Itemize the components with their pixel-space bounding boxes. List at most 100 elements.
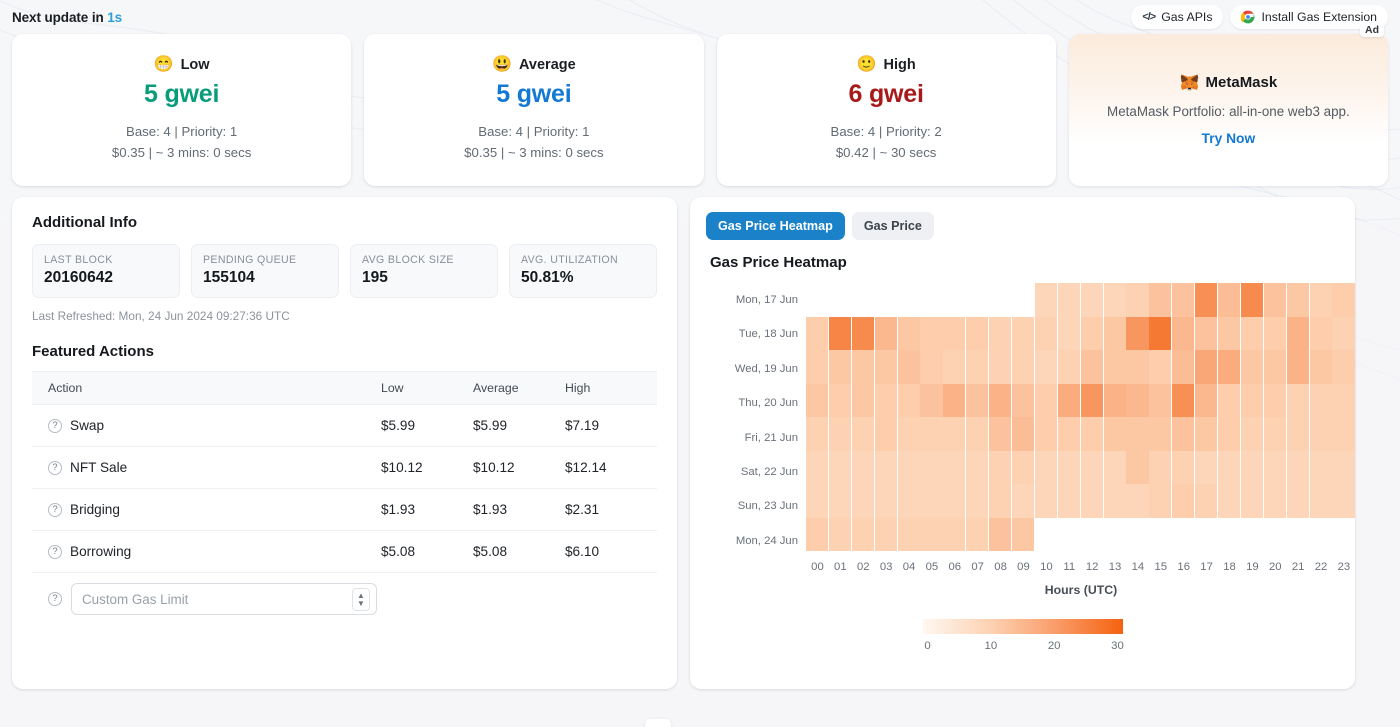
heatmap-cell[interactable] — [897, 350, 920, 384]
heatmap-cell[interactable] — [1195, 316, 1218, 350]
heatmap-cell[interactable] — [1126, 450, 1149, 484]
heatmap-cell[interactable] — [897, 316, 920, 350]
heatmap-cell[interactable] — [1218, 383, 1241, 417]
heatmap-cell[interactable] — [1080, 450, 1103, 484]
heatmap-cell[interactable] — [1172, 484, 1195, 518]
heatmap-cell[interactable] — [851, 450, 874, 484]
heatmap-cell[interactable] — [806, 350, 829, 384]
heatmap-cell[interactable] — [1080, 283, 1103, 317]
heatmap-cell[interactable] — [828, 450, 851, 484]
heatmap-cell[interactable] — [828, 350, 851, 384]
heatmap-cell[interactable] — [1012, 484, 1035, 518]
heatmap-cell[interactable] — [1012, 316, 1035, 350]
bottom-handle[interactable] — [645, 719, 671, 727]
heatmap-cell[interactable] — [1195, 484, 1218, 518]
heatmap-cell[interactable] — [828, 316, 851, 350]
heatmap-cell[interactable] — [1286, 484, 1309, 518]
heatmap-cell[interactable] — [943, 517, 966, 551]
heatmap-cell[interactable] — [897, 484, 920, 518]
heatmap-cell[interactable] — [920, 383, 943, 417]
heatmap-cell[interactable] — [1103, 350, 1126, 384]
heatmap-cell[interactable] — [1012, 517, 1035, 551]
heatmap-cell[interactable] — [1172, 316, 1195, 350]
heatmap-cell[interactable] — [989, 383, 1012, 417]
heatmap-cell[interactable] — [828, 417, 851, 451]
heatmap-cell[interactable] — [1263, 316, 1286, 350]
tab-gas-price[interactable]: Gas Price — [851, 212, 934, 240]
heatmap-cell[interactable] — [966, 383, 989, 417]
heatmap-cell[interactable] — [1057, 484, 1080, 518]
help-icon[interactable]: ? — [48, 460, 62, 475]
heatmap-cell[interactable] — [806, 383, 829, 417]
heatmap-cell[interactable] — [1057, 450, 1080, 484]
heatmap-cell[interactable] — [1012, 383, 1035, 417]
heatmap-cell[interactable] — [1218, 484, 1241, 518]
heatmap-cell[interactable] — [897, 417, 920, 451]
heatmap-cell[interactable] — [851, 517, 874, 551]
heatmap-cell[interactable] — [920, 517, 943, 551]
heatmap-cell[interactable] — [1240, 283, 1264, 317]
heatmap-cell[interactable] — [1149, 350, 1172, 384]
heatmap-cell[interactable] — [989, 450, 1012, 484]
heatmap-cell[interactable] — [1286, 350, 1309, 384]
heatmap-cell[interactable] — [806, 484, 829, 518]
heatmap-cell[interactable] — [1263, 484, 1286, 518]
heatmap-cell[interactable] — [1240, 383, 1264, 417]
heatmap-cell[interactable] — [1263, 383, 1286, 417]
heatmap-cell[interactable] — [966, 450, 989, 484]
heatmap-cell[interactable] — [1195, 383, 1218, 417]
heatmap-cell[interactable] — [874, 417, 897, 451]
heatmap-cell[interactable] — [1309, 316, 1332, 350]
heatmap-cell[interactable] — [1286, 316, 1309, 350]
heatmap-cell[interactable] — [1240, 450, 1264, 484]
heatmap-cell[interactable] — [1034, 383, 1057, 417]
heatmap-cell[interactable] — [874, 316, 897, 350]
tab-gas-price-heatmap[interactable]: Gas Price Heatmap — [706, 212, 845, 240]
heatmap-cell[interactable] — [1149, 484, 1172, 518]
heatmap-cell[interactable] — [851, 316, 874, 350]
heatmap-cell[interactable] — [1172, 283, 1195, 317]
heatmap-cell[interactable] — [1080, 484, 1103, 518]
heatmap-cell[interactable] — [1126, 417, 1149, 451]
heatmap-cell[interactable] — [851, 417, 874, 451]
heatmap-cell[interactable] — [1240, 484, 1264, 518]
gas-card-average[interactable]: 😃 Average 5 gwei Base: 4 | Priority: 1 $… — [364, 34, 704, 186]
heatmap-cell[interactable] — [1309, 350, 1332, 384]
heatmap-cell[interactable] — [828, 383, 851, 417]
heatmap-cell[interactable] — [920, 350, 943, 384]
heatmap-cell[interactable] — [1057, 417, 1080, 451]
heatmap-cell[interactable] — [943, 450, 966, 484]
heatmap-cell[interactable] — [1332, 283, 1355, 317]
heatmap-cell[interactable] — [966, 350, 989, 384]
gas-card-high[interactable]: 🙂 High 6 gwei Base: 4 | Priority: 2 $0.4… — [716, 34, 1056, 186]
heatmap-cell[interactable] — [1080, 383, 1103, 417]
heatmap-cell[interactable] — [966, 417, 989, 451]
heatmap-cell[interactable] — [1080, 350, 1103, 384]
metamask-try-now-link[interactable]: Try Now — [1202, 131, 1256, 146]
heatmap-cell[interactable] — [1126, 316, 1149, 350]
heatmap-cell[interactable] — [1103, 450, 1126, 484]
heatmap-cell[interactable] — [1057, 350, 1080, 384]
heatmap-cell[interactable] — [1195, 350, 1218, 384]
heatmap-cell[interactable] — [1126, 484, 1149, 518]
heatmap-cell[interactable] — [1012, 417, 1035, 451]
heatmap-cell[interactable] — [1263, 450, 1286, 484]
heatmap-cell[interactable] — [851, 484, 874, 518]
heatmap-cell[interactable] — [1034, 350, 1057, 384]
heatmap-cell[interactable] — [1218, 350, 1241, 384]
heatmap-cell[interactable] — [1286, 450, 1309, 484]
heatmap-cell[interactable] — [943, 417, 966, 451]
heatmap-cell[interactable] — [851, 383, 874, 417]
custom-gas-limit-stepper[interactable]: ▲ ▼ — [352, 588, 370, 611]
heatmap-cell[interactable] — [1149, 316, 1172, 350]
heatmap-cell[interactable] — [1195, 283, 1218, 317]
heatmap-cell[interactable] — [1263, 283, 1286, 317]
heatmap-cell[interactable] — [966, 316, 989, 350]
heatmap-cell[interactable] — [897, 517, 920, 551]
heatmap-cell[interactable] — [989, 316, 1012, 350]
heatmap-cell[interactable] — [1057, 283, 1080, 317]
heatmap-cell[interactable] — [1286, 383, 1309, 417]
heatmap-cell[interactable] — [1103, 417, 1126, 451]
heatmap-cell[interactable] — [1057, 383, 1080, 417]
heatmap-cell[interactable] — [1057, 316, 1080, 350]
